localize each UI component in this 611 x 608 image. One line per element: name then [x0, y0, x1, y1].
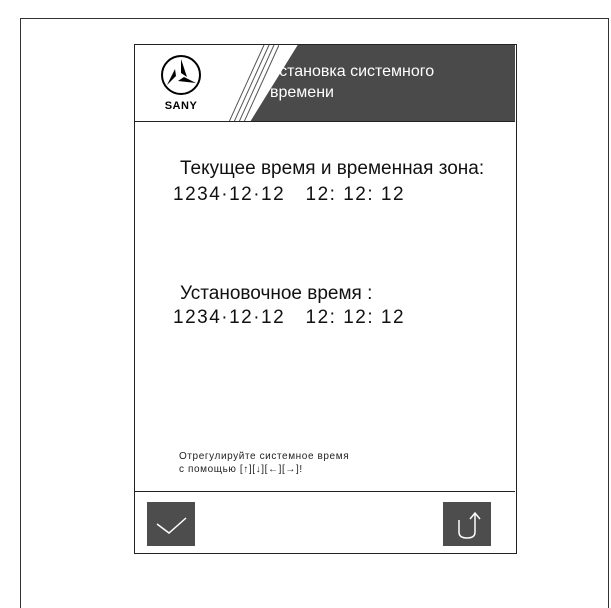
confirm-button[interactable]	[147, 502, 195, 546]
current-time-label: Текущее время и временная зона:	[180, 158, 485, 179]
header: SANY Установка системного времени	[135, 45, 515, 122]
footer	[135, 491, 515, 552]
page-title-line1: Установка системного	[270, 63, 435, 80]
checkmark-icon	[156, 517, 187, 534]
page-title-line2: времени	[270, 84, 334, 101]
page-title: Установка системного времени	[270, 61, 510, 103]
return-arrow-icon	[458, 511, 481, 539]
brand-name: SANY	[164, 100, 198, 112]
set-time-label: Установочное время :	[180, 283, 373, 304]
sany-logo-icon	[161, 55, 201, 95]
back-button[interactable]	[443, 502, 491, 546]
hint-line1: Отрегулируйте системное время	[179, 451, 350, 462]
hint-line2: с помощью [↑][↓][←][→]!	[179, 464, 303, 475]
hint-text: Отрегулируйте системное время с помощью …	[179, 450, 349, 476]
set-time-value[interactable]: 1234·12·12 12: 12: 12	[173, 307, 405, 329]
device-screen: SANY Установка системного времени Текуще…	[134, 44, 517, 554]
sany-logo: SANY	[151, 51, 211, 115]
current-time-value: 1234·12·12 12: 12: 12	[173, 184, 406, 205]
